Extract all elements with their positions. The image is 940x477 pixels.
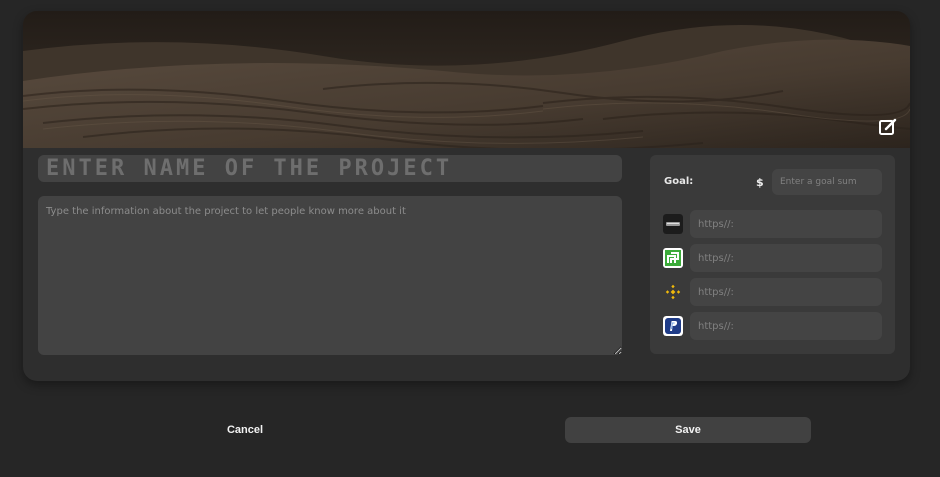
link-row-binance xyxy=(663,278,883,306)
cancel-button[interactable]: Cancel xyxy=(195,418,295,442)
edit-icon xyxy=(879,118,897,135)
binance-link-input[interactable] xyxy=(690,278,882,306)
project-description-input[interactable] xyxy=(38,196,622,355)
paypal-link-input[interactable] xyxy=(690,312,882,340)
save-button[interactable]: Save xyxy=(565,417,811,443)
edit-banner-button[interactable] xyxy=(878,117,898,137)
monobank-link-input[interactable] xyxy=(690,210,882,238)
project-name-input[interactable] xyxy=(38,155,622,182)
binance-icon xyxy=(663,282,683,302)
banner-image xyxy=(23,11,910,148)
monobank-icon xyxy=(663,214,683,234)
link-row-monobank xyxy=(663,210,883,238)
goal-label: Goal: xyxy=(664,176,694,187)
project-card: Goal: $ xyxy=(23,11,910,381)
privatbank-icon xyxy=(663,248,683,268)
currency-symbol: $ xyxy=(756,176,764,189)
funding-panel: Goal: $ xyxy=(650,155,895,354)
link-row-privatbank xyxy=(663,244,883,272)
privatbank-link-input[interactable] xyxy=(690,244,882,272)
link-row-paypal xyxy=(663,312,883,340)
paypal-icon xyxy=(663,316,683,336)
goal-sum-input[interactable] xyxy=(772,169,882,195)
